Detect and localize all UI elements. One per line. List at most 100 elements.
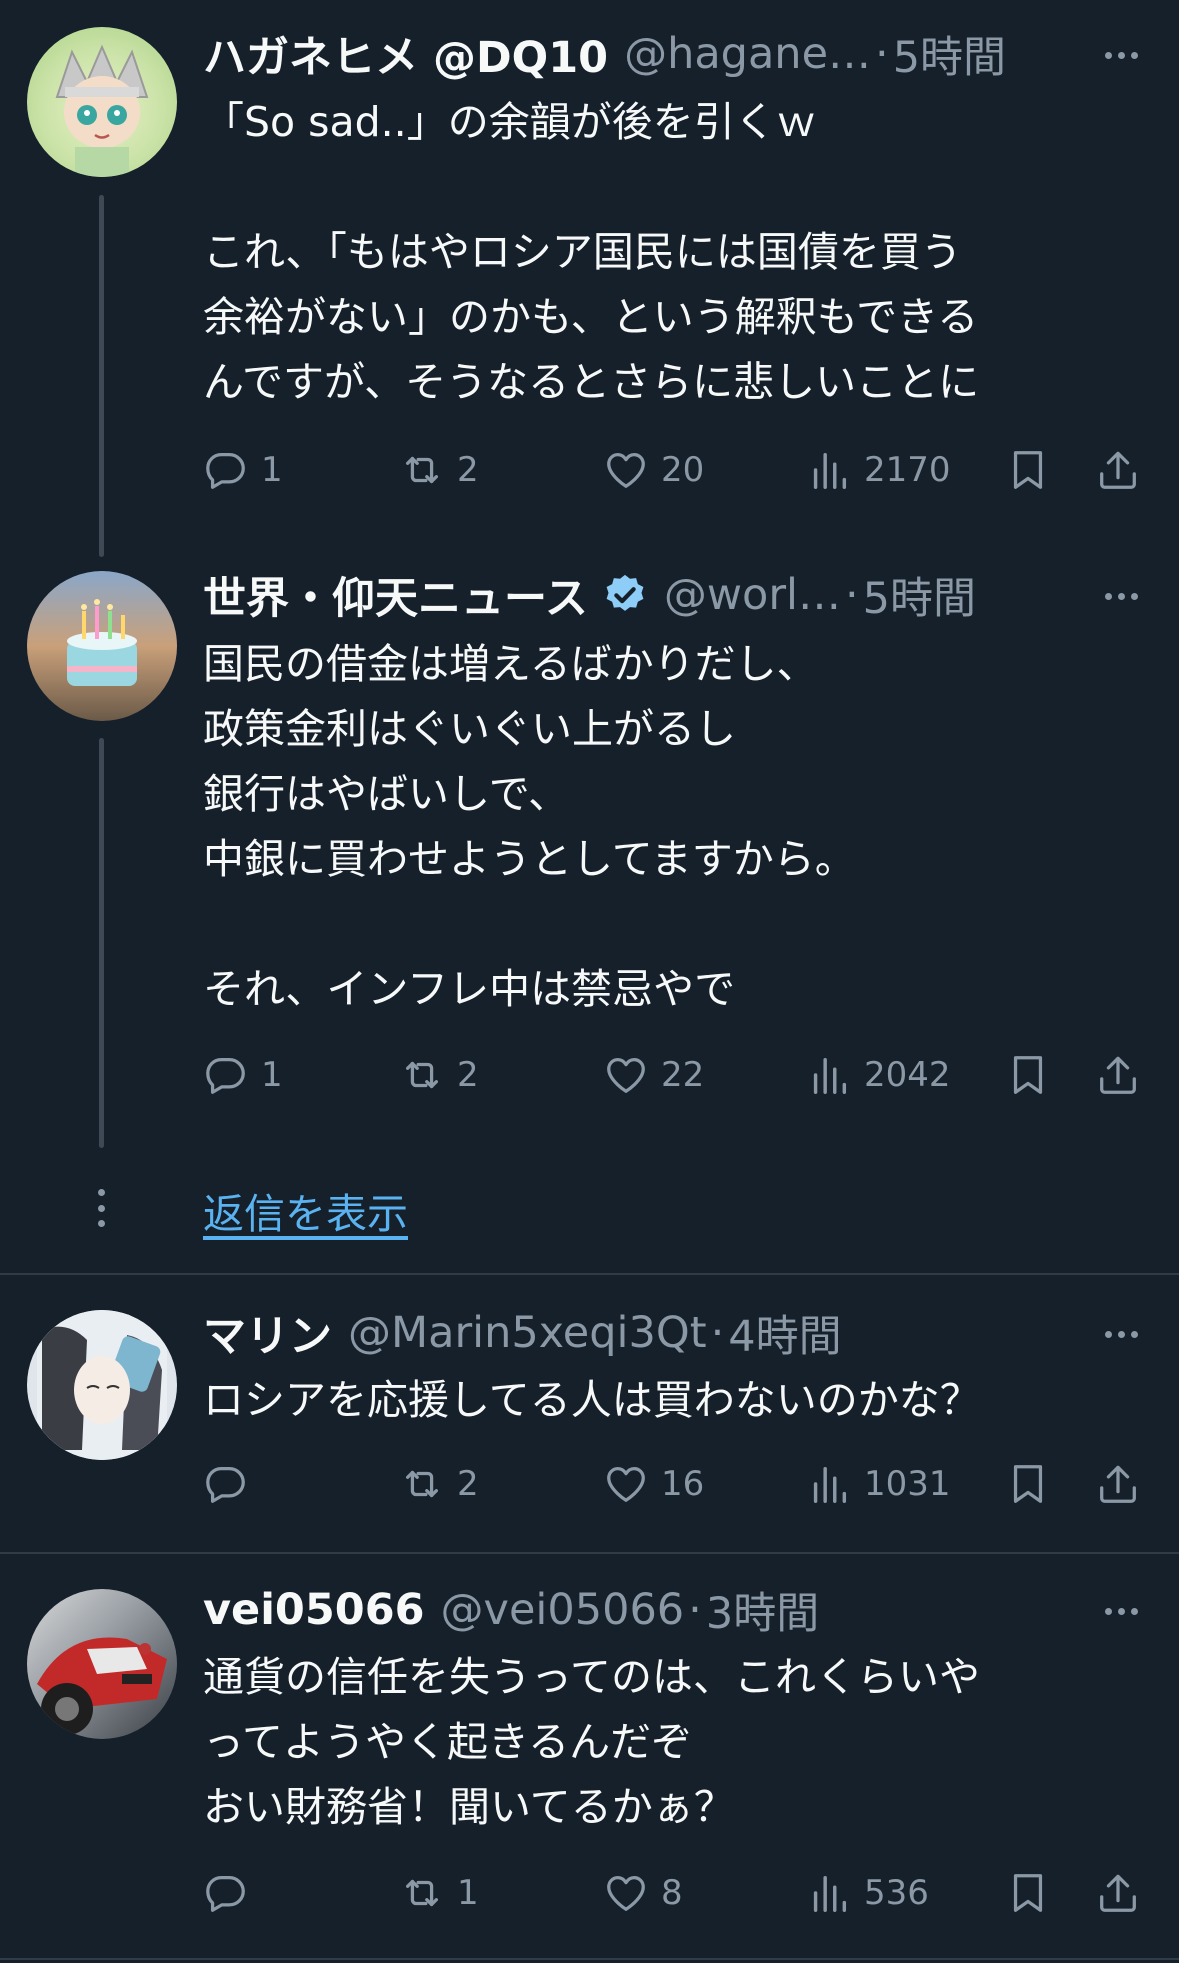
retweet-icon	[399, 1870, 445, 1916]
like-count: 8	[661, 1873, 683, 1913]
like-button[interactable]: 8	[603, 1865, 683, 1921]
tweet-header: vei05066 @vei05066 · 3時間	[203, 1580, 1059, 1640]
tweet-text: 国民の借金は増えるばかりだし、 政策金利はぐいぐい上がるし 銀行はやばいしで、 …	[203, 640, 856, 1013]
reply-icon	[203, 1461, 249, 1507]
retweet-button[interactable]: 1	[399, 1865, 479, 1921]
anime-character-avatar-icon	[55, 44, 149, 177]
views-button[interactable]: 536	[806, 1865, 929, 1921]
tweet-header: マリン @Marin5xeqi3Qt · 4時間	[203, 1303, 1059, 1363]
bookmark-button[interactable]	[1005, 442, 1051, 498]
display-name[interactable]: 世界・仰天ニュース	[203, 565, 588, 625]
bar-chart-icon	[806, 1052, 852, 1098]
tweet-text: ロシアを応援してる人は買わないのかな？	[203, 1376, 981, 1424]
bookmark-button[interactable]	[1005, 1456, 1051, 1512]
share-button[interactable]	[1095, 1047, 1141, 1103]
retweet-count: 2	[457, 1464, 479, 1504]
share-button[interactable]	[1095, 442, 1141, 498]
display-name[interactable]: vei05066	[203, 1585, 425, 1635]
anime-girl-avatar-icon	[37, 1310, 167, 1460]
share-icon	[1095, 1870, 1141, 1916]
more-options-icon[interactable]	[1091, 1314, 1151, 1354]
heart-icon	[603, 447, 649, 493]
bar-chart-icon	[806, 447, 852, 493]
birthday-cake-avatar-icon	[67, 599, 137, 686]
heart-icon	[603, 1870, 649, 1916]
retweet-icon	[399, 447, 445, 493]
tweet-actions: 2 16 1031	[203, 1456, 1179, 1512]
tweet-text: 「So sad..」の余韻が後を引くｗ これ、「もはやロシア国民には国債を買う …	[203, 98, 980, 406]
bookmark-button[interactable]	[1005, 1865, 1051, 1921]
reply-icon	[203, 1870, 249, 1916]
tweet-header: 世界・仰天ニュース @worl… · 5時間	[203, 565, 1059, 625]
share-icon	[1095, 1052, 1141, 1098]
views-button[interactable]: 2170	[806, 442, 951, 498]
avatar[interactable]	[27, 1310, 177, 1460]
separator-dot: ·	[688, 1585, 702, 1635]
like-count: 16	[661, 1464, 705, 1504]
share-button[interactable]	[1095, 1456, 1141, 1512]
more-options-icon[interactable]	[1091, 576, 1151, 616]
avatar[interactable]	[27, 1589, 177, 1739]
user-handle[interactable]: @hagane…	[624, 29, 871, 79]
views-button[interactable]: 2042	[806, 1047, 951, 1103]
reply-icon	[203, 1052, 249, 1098]
timestamp[interactable]: 5時間	[863, 565, 976, 625]
reply-count: 1	[261, 1055, 283, 1095]
avatar[interactable]	[27, 27, 177, 177]
share-icon	[1095, 447, 1141, 493]
show-replies-link[interactable]: 返信を表示	[203, 1180, 408, 1240]
bookmark-icon	[1005, 447, 1051, 493]
heart-icon	[603, 1052, 649, 1098]
user-handle[interactable]: @vei05066	[441, 1585, 685, 1635]
avatar[interactable]	[27, 571, 177, 721]
reply-button[interactable]	[203, 1865, 261, 1921]
retweet-count: 1	[457, 1873, 479, 1913]
view-count: 1031	[864, 1464, 951, 1504]
bookmark-button[interactable]	[1005, 1047, 1051, 1103]
retweet-icon	[399, 1461, 445, 1507]
reply-icon	[203, 447, 249, 493]
display-name[interactable]: マリン	[203, 1303, 332, 1363]
more-options-icon[interactable]	[1091, 35, 1151, 75]
separator-dot: ·	[875, 29, 889, 79]
display-name[interactable]: ハガネヒメ @DQ10	[203, 24, 608, 84]
retweet-count: 2	[457, 1055, 479, 1095]
divider	[0, 1273, 1179, 1275]
timestamp[interactable]: 4時間	[728, 1303, 841, 1363]
like-button[interactable]: 22	[603, 1047, 704, 1103]
tweet-header: ハガネヒメ @DQ10 @hagane… · 5時間	[203, 24, 1059, 84]
user-handle[interactable]: @Marin5xeqi3Qt	[348, 1308, 707, 1358]
retweet-button[interactable]: 2	[399, 442, 479, 498]
thread-line	[99, 738, 104, 1148]
heart-icon	[603, 1461, 649, 1507]
divider	[0, 1958, 1179, 1960]
reply-button[interactable]: 1	[203, 1047, 283, 1103]
retweet-button[interactable]: 2	[399, 1047, 479, 1103]
like-count: 20	[661, 450, 705, 490]
divider	[0, 1552, 1179, 1554]
more-replies-dots-icon	[95, 1189, 107, 1227]
views-button[interactable]: 1031	[806, 1456, 951, 1512]
retweet-button[interactable]: 2	[399, 1456, 479, 1512]
user-handle[interactable]: @worl…	[664, 570, 841, 620]
bar-chart-icon	[806, 1461, 852, 1507]
bar-chart-icon	[806, 1870, 852, 1916]
like-button[interactable]: 16	[603, 1456, 704, 1512]
like-button[interactable]: 20	[603, 442, 704, 498]
verified-badge-icon	[602, 572, 648, 618]
share-icon	[1095, 1461, 1141, 1507]
tweet-actions: 1 2 22 2042	[203, 1047, 1179, 1103]
like-count: 22	[661, 1055, 705, 1095]
more-options-icon[interactable]	[1091, 1591, 1151, 1631]
share-button[interactable]	[1095, 1865, 1141, 1921]
bookmark-icon	[1005, 1870, 1051, 1916]
timestamp[interactable]: 3時間	[706, 1580, 819, 1640]
timestamp[interactable]: 5時間	[893, 24, 1006, 84]
bookmark-icon	[1005, 1052, 1051, 1098]
separator-dot: ·	[710, 1308, 725, 1358]
reply-count: 1	[261, 450, 283, 490]
bookmark-icon	[1005, 1461, 1051, 1507]
reply-button[interactable]	[203, 1456, 261, 1512]
thread-line	[99, 195, 104, 557]
reply-button[interactable]: 1	[203, 442, 283, 498]
